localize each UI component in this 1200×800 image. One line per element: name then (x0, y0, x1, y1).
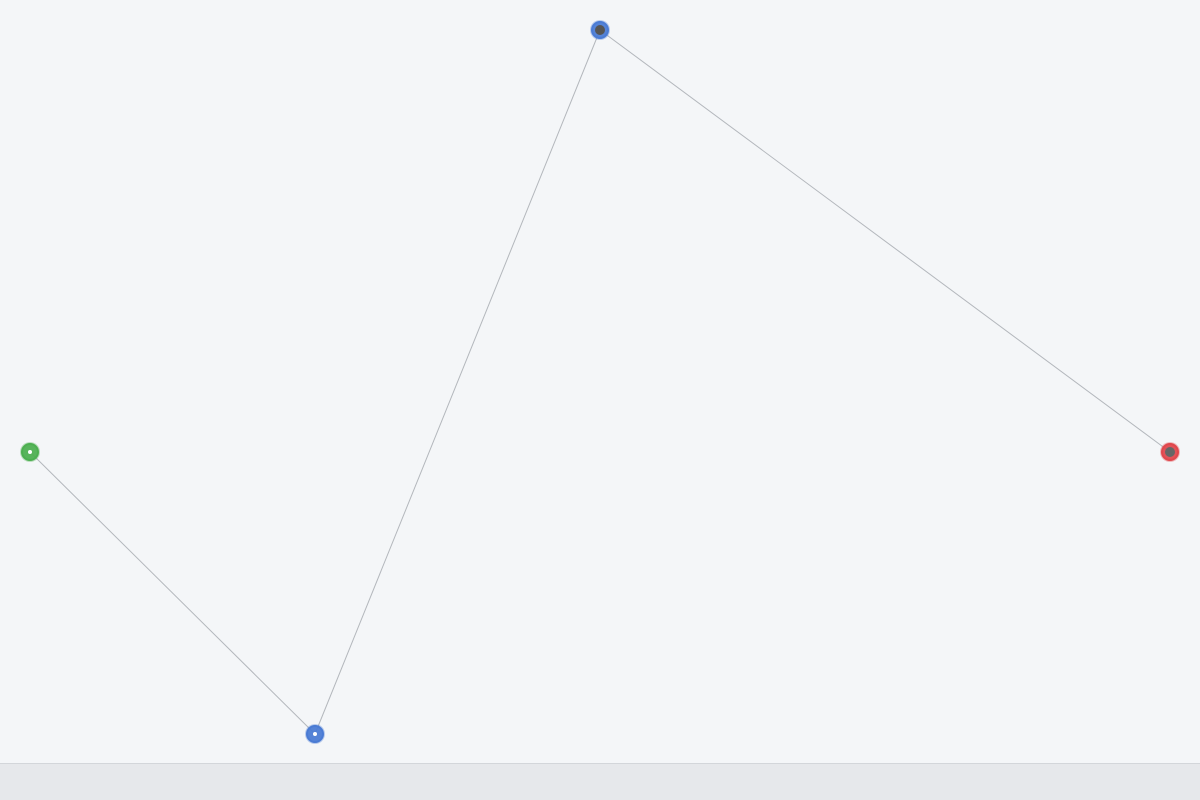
edge-bottom-top[interactable] (314, 29, 601, 735)
graph-svg (20, 20, 1180, 744)
node-top[interactable] (590, 20, 610, 40)
node-end[interactable] (1160, 442, 1180, 462)
edge-top-end[interactable] (599, 29, 1171, 453)
node-bottom[interactable] (305, 724, 325, 744)
node-center (28, 450, 32, 454)
edge-start-bottom[interactable] (29, 451, 316, 735)
node-center (1165, 447, 1175, 457)
node-center (313, 732, 317, 736)
bottom-status-bar (0, 763, 1200, 800)
node-start[interactable] (20, 442, 40, 462)
node-center (595, 25, 605, 35)
graph-canvas[interactable] (0, 0, 1200, 763)
